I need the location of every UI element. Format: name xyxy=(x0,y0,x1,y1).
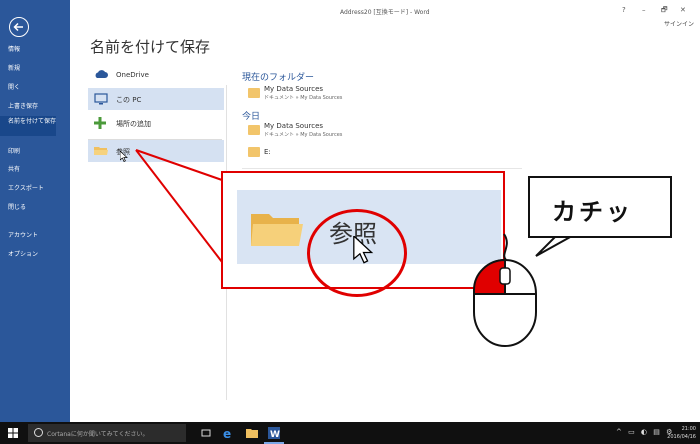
edge-icon[interactable]: e xyxy=(222,427,234,439)
speech-bubble: カチッ xyxy=(528,176,672,238)
svg-text:W: W xyxy=(270,430,280,439)
folder-icon xyxy=(251,214,303,246)
mouse-illustration xyxy=(473,233,537,347)
file-explorer-icon[interactable] xyxy=(246,427,258,439)
clock-date: 2016/04/16 xyxy=(667,434,696,440)
click-highlight-circle xyxy=(307,209,407,297)
system-tray-icons[interactable]: ^ ▭ ◐ ▤ ⚙ xyxy=(616,428,674,436)
windows-start-icon[interactable] xyxy=(8,428,18,438)
task-view-icon[interactable] xyxy=(200,427,212,439)
cortana-search[interactable]: Cortanaに何か聞いてみてください。 xyxy=(28,424,186,442)
search-placeholder: Cortanaに何か聞いてみてください。 xyxy=(47,431,149,438)
svg-text:e: e xyxy=(223,427,231,439)
clock-time: 21:00 xyxy=(681,426,696,432)
clock[interactable]: 21:00 2016/04/16 xyxy=(667,425,696,441)
cortana-icon xyxy=(34,428,43,437)
word-app-icon[interactable]: W xyxy=(268,427,280,439)
click-sound-text: カチッ xyxy=(552,198,633,226)
taskbar: Cortanaに何か聞いてみてください。 e W ^ ▭ ◐ ▤ ⚙ 21:00… xyxy=(0,422,700,444)
